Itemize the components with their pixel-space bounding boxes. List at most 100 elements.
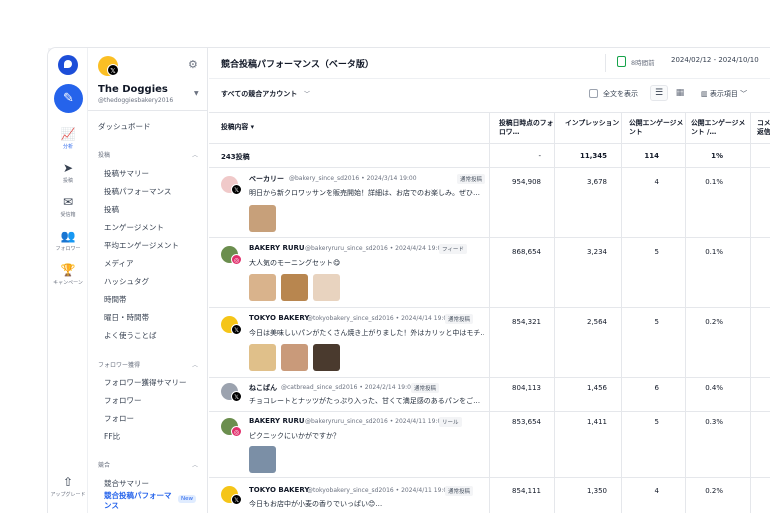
post-thumbnail[interactable] — [313, 274, 340, 301]
post-type-badge: フィード — [439, 244, 467, 254]
post-meta: @tokyobakery_since_sd2016 • 2024/4/11 19… — [307, 487, 452, 494]
sort-icon: ▾ — [250, 123, 254, 131]
cell-rate: 0.4% — [705, 384, 723, 392]
table-row[interactable]: 𝕏 ねこぱん @catbread_since_sd2016 • 2024/2/1… — [209, 378, 770, 412]
post-type-badge: 通常投稿 — [445, 486, 474, 496]
chevron-down-icon[interactable]: ▼ — [194, 90, 199, 97]
table-row[interactable]: 𝕏 ベーカリー @bakery_since_sd2016 • 2024/3/14… — [209, 168, 770, 238]
columns-button[interactable]: ▥ 表示項目 ﹀ — [701, 89, 747, 99]
post-author[interactable]: ねこぱん — [249, 383, 277, 393]
divider — [209, 78, 770, 79]
post-meta: @tokyobakery_since_sd2016 • 2024/4/14 19… — [307, 315, 452, 322]
table-row[interactable]: 𝕏 TOKYO BAKERY @tokyobakery_since_sd2016… — [209, 478, 770, 513]
main-content: 競合投稿パフォーマンス（ベータ版） 8時間前 2024/02/12 - 2024… — [209, 48, 770, 513]
sidebar-item-time[interactable]: 時間帯 — [104, 294, 127, 305]
post-thumbnail[interactable] — [313, 344, 340, 371]
post-author[interactable]: TOKYO BAKERY — [249, 314, 309, 322]
post-text: 明日から新クロワッサンを販売開始！詳細は、お店でのお楽しみ。ぜひ… — [249, 189, 480, 197]
post-type-badge: リール — [439, 417, 462, 427]
sidebar-item-engagement[interactable]: エンゲージメント — [104, 222, 164, 233]
chevron-up-icon[interactable]: ︿ — [192, 150, 198, 159]
total-rate: 1% — [711, 152, 723, 160]
sidebar-item-avg-engagement[interactable]: 平均エンゲージメント — [104, 240, 179, 251]
total-row: 243投稿 - 11,345 114 1% — [209, 144, 770, 168]
table-row[interactable]: 𝕏 TOKYO BAKERY @tokyobakery_since_sd2016… — [209, 308, 770, 378]
post-thumbnail[interactable] — [249, 274, 276, 301]
cell-impressions: 3,678 — [586, 178, 607, 186]
instagram-logo-icon: ◎ — [231, 254, 242, 265]
spreadsheet-icon[interactable] — [617, 56, 626, 67]
rail-item-posts[interactable]: ➤ 投稿 — [48, 160, 88, 184]
sidebar-item-post-performance[interactable]: 投稿パフォーマンス — [104, 186, 171, 197]
sidebar-item-posts[interactable]: 投稿 — [104, 204, 119, 215]
cell-engagement: 4 — [654, 487, 659, 495]
post-thumbnail[interactable] — [249, 344, 276, 371]
total-engagement: 114 — [644, 152, 659, 160]
date-range-picker[interactable]: 2024/02/12 - 2024/10/10 — [671, 56, 759, 64]
rail-item-inbox[interactable]: ✉ 受信箱 — [48, 194, 88, 218]
cell-rate: 0.2% — [705, 487, 723, 495]
table-row[interactable]: ◎ BAKERY RURU @bakeryruru_since_sd2016 •… — [209, 238, 770, 308]
post-type-badge: 通常投稿 — [457, 174, 486, 184]
brand-logo-icon[interactable] — [58, 55, 78, 75]
post-author[interactable]: BAKERY RURU — [249, 417, 305, 425]
account-name[interactable]: The Doggies — [98, 84, 168, 95]
cell-followers: 853,654 — [512, 418, 541, 426]
sidebar-item-followers[interactable]: フォロワー — [104, 395, 142, 406]
new-badge: New — [178, 495, 196, 503]
sidebar-item-following[interactable]: フォロー — [104, 413, 134, 424]
send-icon: ➤ — [62, 161, 74, 175]
sidebar-item-weekday-time[interactable]: 曜日・時間帯 — [104, 312, 149, 323]
x-logo-icon: 𝕏 — [107, 64, 119, 76]
account-filter[interactable]: すべての競合アカウント — [221, 89, 297, 99]
cell-rate: 0.3% — [705, 418, 723, 426]
sidebar-section-followers: フォロワー獲得 — [98, 362, 141, 369]
post-text: チョコレートとナッツがたっぷり入った、甘くて満足感のあるパンをご… — [249, 397, 481, 405]
chevron-up-icon[interactable]: ︿ — [192, 460, 198, 469]
sidebar-item-words[interactable]: よく使うことば — [104, 330, 157, 341]
post-meta: @bakery_since_sd2016 • 2024/3/14 19:00 — [289, 175, 417, 182]
chevron-down-icon[interactable]: ﹀ — [304, 89, 310, 98]
rail-item-analytics[interactable]: 📈 分析 — [48, 126, 88, 150]
post-author[interactable]: TOKYO BAKERY — [249, 486, 309, 494]
sidebar-item-dashboard[interactable]: ダッシュボード — [98, 121, 151, 132]
sidebar-item-competitor-performance[interactable]: 競合投稿パフォーマンス — [104, 491, 176, 511]
trophy-icon: 🏆 — [60, 263, 76, 277]
compose-button[interactable]: ✎ — [54, 84, 83, 113]
x-logo-icon: 𝕏 — [231, 324, 242, 335]
post-thumbnail[interactable] — [281, 344, 308, 371]
post-author[interactable]: BAKERY RURU — [249, 244, 305, 252]
post-author[interactable]: ベーカリー — [249, 174, 284, 184]
top-margin — [0, 0, 770, 48]
post-thumbnail[interactable] — [281, 274, 308, 301]
rail-item-upgrade[interactable]: ⇧ アップグレード — [48, 474, 88, 498]
grid-view-icon[interactable]: ▦ — [671, 85, 689, 101]
cell-engagement: 5 — [654, 418, 659, 426]
app-window: ✎ 📈 分析 ➤ 投稿 ✉ 受信箱 👥 フォロワー 🏆 キャンペーン ⇧ アップ… — [48, 48, 770, 513]
chevron-up-icon[interactable]: ︿ — [192, 360, 198, 369]
sidebar-item-ff-ratio[interactable]: FF比 — [104, 431, 120, 442]
sidebar-item-post-summary[interactable]: 投稿サマリー — [104, 168, 149, 179]
sidebar-item-media[interactable]: メディア — [104, 258, 133, 269]
post-text: 今日は美味しいパンがたくさん焼き上がりました！外はカリッと中はモチ… — [249, 329, 484, 337]
x-logo-icon: 𝕏 — [231, 391, 242, 402]
rail-item-followers[interactable]: 👥 フォロワー — [48, 228, 88, 252]
full-text-label[interactable]: 全文を表示 — [603, 89, 638, 99]
post-type-badge: 通常投稿 — [445, 314, 474, 324]
post-meta: @catbread_since_sd2016 • 2024/2/14 19:00 — [281, 384, 415, 391]
sidebar-item-competitor-summary[interactable]: 競合サマリー — [104, 478, 149, 489]
full-text-checkbox[interactable] — [589, 89, 598, 98]
gear-icon[interactable]: ⚙ — [188, 58, 198, 71]
table-row[interactable]: ◎ BAKERY RURU @bakeryruru_since_sd2016 •… — [209, 412, 770, 478]
cell-rate: 0.1% — [705, 248, 723, 256]
sidebar-item-follower-summary[interactable]: フォロワー獲得サマリー — [104, 377, 187, 388]
post-thumbnail[interactable] — [249, 205, 276, 232]
rail-item-campaign[interactable]: 🏆 キャンペーン — [48, 262, 88, 286]
list-view-icon[interactable]: ☰ — [650, 85, 668, 101]
sidebar-item-hashtag[interactable]: ハッシュタグ — [104, 276, 149, 287]
upgrade-icon: ⇧ — [62, 475, 74, 489]
post-thumbnail[interactable] — [249, 446, 276, 473]
icon-rail: ✎ 📈 分析 ➤ 投稿 ✉ 受信箱 👥 フォロワー 🏆 キャンペーン ⇧ アップ… — [48, 48, 88, 513]
cell-engagement: 5 — [654, 318, 659, 326]
sidebar-section-competitors: 競合 — [98, 462, 111, 469]
